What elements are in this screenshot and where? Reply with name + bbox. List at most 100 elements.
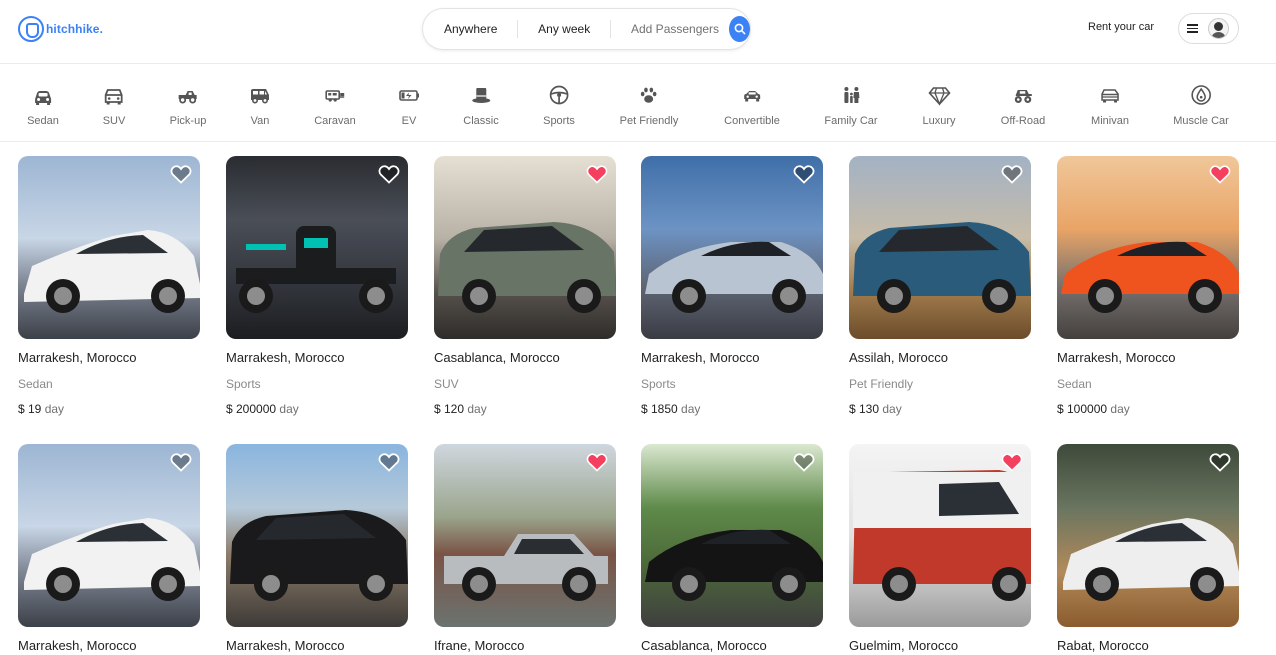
search-button[interactable] bbox=[729, 16, 750, 42]
battery-icon bbox=[399, 90, 419, 101]
listing-photo[interactable] bbox=[434, 444, 616, 627]
listing-price: $ 130 day bbox=[849, 402, 1031, 416]
search-icon bbox=[734, 23, 745, 35]
listing-card[interactable]: Guelmim, Morocco bbox=[849, 444, 1031, 653]
listing-category: Sports bbox=[226, 377, 261, 391]
logo-icon bbox=[18, 16, 44, 42]
listing-location: Marrakesh, Morocco bbox=[18, 638, 137, 653]
listing-photo[interactable] bbox=[641, 444, 823, 627]
listing-photo[interactable] bbox=[226, 444, 408, 627]
heart-filled-icon[interactable] bbox=[586, 164, 608, 184]
listing-category: SUV bbox=[434, 377, 459, 391]
category-label: Family Car bbox=[824, 115, 878, 127]
category-label: Luxury bbox=[922, 115, 956, 127]
listing-category: Sedan bbox=[1057, 377, 1092, 391]
brand-logo[interactable]: hitchhike. bbox=[18, 16, 103, 42]
listing-card[interactable]: Casablanca, Morocco bbox=[641, 444, 823, 653]
listing-category: Pet Friendly bbox=[849, 377, 914, 391]
search-where[interactable]: Anywhere bbox=[423, 22, 517, 36]
listing-card[interactable]: Marrakesh, Morocco Sedan $ 100000 day bbox=[1057, 156, 1239, 416]
heart-filled-icon[interactable] bbox=[1001, 452, 1023, 472]
price-unit: day bbox=[681, 402, 701, 416]
search-bar[interactable]: Anywhere Any week Add Passengers bbox=[422, 8, 751, 50]
listing-photo[interactable] bbox=[1057, 156, 1239, 339]
category-minivan[interactable]: Minivan bbox=[1091, 84, 1129, 127]
category-classic[interactable]: Classic bbox=[463, 84, 499, 127]
category-suv[interactable]: SUV bbox=[102, 84, 126, 127]
category-label: Caravan bbox=[314, 115, 356, 127]
category-off-road[interactable]: Off-Road bbox=[1001, 84, 1045, 127]
listing-card[interactable]: Rabat, Morocco bbox=[1057, 444, 1239, 653]
heart-outline-icon[interactable] bbox=[1209, 452, 1231, 472]
category-label: Minivan bbox=[1091, 115, 1129, 127]
listing-location: Ifrane, Morocco bbox=[434, 638, 525, 653]
heart-outline-icon[interactable] bbox=[793, 164, 815, 184]
heart-filled-icon[interactable] bbox=[1209, 164, 1231, 184]
category-label: EV bbox=[401, 115, 417, 127]
steering-wheel-icon bbox=[549, 85, 569, 105]
category-sedan[interactable]: Sedan bbox=[27, 84, 59, 127]
top-navbar: hitchhike. Anywhere Any week Add Passeng… bbox=[0, 0, 1276, 64]
category-convertible[interactable]: Convertible bbox=[724, 84, 780, 127]
category-bar: Sedan SUV Pick-up Van Caravan EV Classic… bbox=[0, 64, 1276, 142]
avatar bbox=[1208, 18, 1229, 39]
listing-card[interactable]: Marrakesh, Morocco Sedan $ 19 day bbox=[18, 156, 200, 416]
category-ev[interactable]: EV bbox=[398, 84, 420, 127]
listing-photo[interactable] bbox=[18, 156, 200, 339]
category-label: Convertible bbox=[724, 115, 780, 127]
search-passengers[interactable]: Add Passengers bbox=[611, 22, 727, 36]
category-label: Pick-up bbox=[169, 115, 207, 127]
listing-location: Marrakesh, Morocco bbox=[226, 350, 345, 365]
category-caravan[interactable]: Caravan bbox=[314, 84, 356, 127]
category-pick-up[interactable]: Pick-up bbox=[169, 84, 207, 127]
brand-name: hitchhike. bbox=[46, 22, 104, 36]
category-luxury[interactable]: Luxury bbox=[922, 84, 956, 127]
category-muscle-car[interactable]: Muscle Car bbox=[1173, 84, 1229, 127]
heart-filled-icon[interactable] bbox=[586, 452, 608, 472]
category-label: SUV bbox=[102, 115, 126, 127]
listing-price: $ 100000 day bbox=[1057, 402, 1239, 416]
listing-category: Sedan bbox=[18, 377, 53, 391]
listing-photo[interactable] bbox=[1057, 444, 1239, 627]
price-unit: day bbox=[1110, 402, 1130, 416]
listing-card[interactable]: Marrakesh, Morocco bbox=[226, 444, 408, 653]
listing-card[interactable]: Casablanca, Morocco SUV $ 120 day bbox=[434, 156, 616, 416]
heart-outline-icon[interactable] bbox=[793, 452, 815, 472]
user-menu-button[interactable] bbox=[1178, 13, 1239, 44]
search-when[interactable]: Any week bbox=[518, 22, 610, 36]
price-unit: day bbox=[882, 402, 902, 416]
category-pet-friendly[interactable]: Pet Friendly bbox=[620, 84, 678, 127]
heart-outline-icon[interactable] bbox=[1001, 164, 1023, 184]
price-unit: day bbox=[44, 402, 65, 416]
rent-your-car-link[interactable]: Rent your car bbox=[1088, 21, 1154, 33]
listing-photo[interactable] bbox=[849, 156, 1031, 339]
heart-outline-icon[interactable] bbox=[378, 164, 400, 184]
listing-price: $ 200000 day bbox=[226, 402, 408, 416]
heart-outline-icon[interactable] bbox=[170, 452, 192, 472]
price-value: $ 1850 bbox=[641, 402, 678, 416]
caravan-icon bbox=[325, 90, 344, 102]
category-label: Van bbox=[250, 115, 270, 127]
category-van[interactable]: Van bbox=[249, 84, 271, 127]
minivan-icon bbox=[1101, 89, 1119, 103]
convertible-icon bbox=[743, 91, 760, 102]
fuel-drop-icon bbox=[1191, 85, 1211, 105]
listing-photo[interactable] bbox=[18, 444, 200, 627]
listing-photo[interactable] bbox=[434, 156, 616, 339]
heart-outline-icon[interactable] bbox=[378, 452, 400, 472]
listing-card[interactable]: Ifrane, Morocco bbox=[434, 444, 616, 653]
listing-photo[interactable] bbox=[226, 156, 408, 339]
listing-photo[interactable] bbox=[849, 444, 1031, 627]
heart-outline-icon[interactable] bbox=[170, 164, 192, 184]
listing-card[interactable]: Marrakesh, Morocco Sports $ 1850 day bbox=[641, 156, 823, 416]
listing-card[interactable]: Assilah, Morocco Pet Friendly $ 130 day bbox=[849, 156, 1031, 416]
category-label: Off-Road bbox=[1000, 115, 1046, 127]
listing-card[interactable]: Marrakesh, Morocco Sports $ 200000 day bbox=[226, 156, 408, 416]
listing-card[interactable]: Marrakesh, Morocco bbox=[18, 444, 200, 653]
listing-price: $ 19 day bbox=[18, 402, 200, 416]
listing-photo[interactable] bbox=[641, 156, 823, 339]
category-family-car[interactable]: Family Car bbox=[824, 84, 878, 127]
price-unit: day bbox=[279, 402, 299, 416]
listing-location: Casablanca, Morocco bbox=[434, 350, 560, 365]
category-sports[interactable]: Sports bbox=[543, 84, 575, 127]
